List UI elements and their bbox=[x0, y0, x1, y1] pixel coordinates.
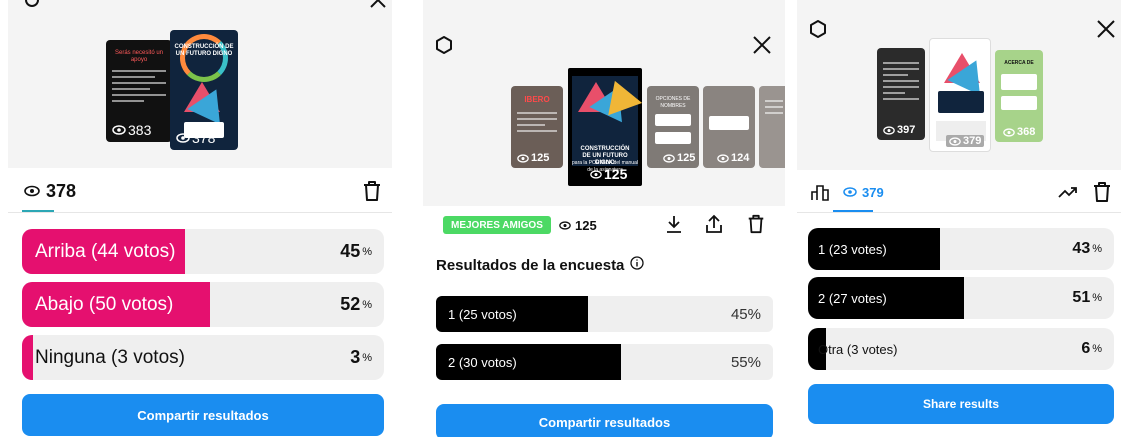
story-thumbnail[interactable] bbox=[759, 86, 785, 168]
share-icon[interactable] bbox=[703, 212, 725, 236]
option-label: Otra (3 votes) bbox=[818, 341, 898, 357]
story-strip: 397 379 ACERCA DE 368 bbox=[797, 0, 1121, 170]
option-label: 1 (25 votos) bbox=[448, 306, 517, 322]
divider bbox=[797, 212, 1121, 213]
story-thumbnail[interactable]: 397 bbox=[877, 48, 925, 140]
option-percent: 6% bbox=[1081, 340, 1102, 357]
story-views: 383 bbox=[112, 122, 151, 138]
share-results-button[interactable]: Compartir resultados bbox=[436, 404, 773, 437]
eye-icon bbox=[517, 153, 529, 163]
close-icon[interactable] bbox=[368, 0, 388, 10]
story-title: CONSTRUCCIÓN DE UN FUTURO DIGNO bbox=[174, 44, 234, 57]
option-percent: 51% bbox=[1072, 289, 1102, 306]
eye-icon bbox=[843, 187, 857, 197]
results-heading: Resultados de la encuesta bbox=[436, 256, 645, 275]
option-label: Abajo (50 votos) bbox=[35, 293, 174, 315]
poll-option: 1 (25 votos) 45% bbox=[436, 296, 773, 332]
story-views: 125 bbox=[590, 166, 627, 182]
poll-results-panel-1: Serás necesitó un apoyo 383 CONSTRUCCIÓN… bbox=[8, 0, 392, 437]
option-percent: 43% bbox=[1072, 240, 1102, 257]
story-strip: IBERO 125 CONSTRUCCIÓN DE UN FUTURO DIGN… bbox=[423, 0, 785, 206]
close-icon[interactable] bbox=[751, 34, 773, 56]
story-views: 379 bbox=[946, 135, 985, 147]
poll-results-panel-2: IBERO 125 CONSTRUCCIÓN DE UN FUTURO DIGN… bbox=[423, 0, 785, 437]
eye-icon bbox=[1003, 127, 1015, 137]
close-friends-badge: MEJORES AMIGOS bbox=[443, 216, 551, 234]
option-label: 1 (23 votes) bbox=[818, 241, 887, 257]
trash-icon[interactable] bbox=[745, 212, 767, 236]
eye-icon bbox=[559, 220, 571, 230]
story-thumbnail[interactable]: OPCIONES DE NOMBRES 125 bbox=[647, 86, 699, 168]
option-label: Arriba (44 votos) bbox=[35, 240, 176, 262]
story-thumbnail[interactable]: Serás necesitó un apoyo 383 bbox=[106, 40, 172, 142]
views-bar: 379 bbox=[797, 180, 1121, 204]
share-results-button[interactable]: Share results bbox=[808, 384, 1114, 424]
eye-icon bbox=[883, 125, 895, 135]
results-title: Resultados de la encuesta bbox=[436, 257, 625, 274]
view-count: 378 bbox=[46, 180, 77, 201]
story-title: Serás necesitó un apoyo bbox=[114, 50, 164, 63]
poll-results-panel-3: 397 379 ACERCA DE 368 379 1 (23 votes) 4… bbox=[797, 0, 1121, 437]
views-bar: 378 bbox=[8, 178, 392, 204]
close-icon[interactable] bbox=[1095, 18, 1117, 40]
poll-option: Arriba (44 votos) 45% bbox=[22, 229, 384, 274]
story-strip: Serás necesitó un apoyo 383 CONSTRUCCIÓN… bbox=[8, 0, 392, 168]
eye-icon bbox=[112, 125, 126, 135]
chart-icon[interactable] bbox=[809, 180, 831, 204]
trash-icon[interactable] bbox=[1091, 180, 1113, 204]
poll-option: 2 (30 votos) 55% bbox=[436, 344, 773, 380]
eye-icon bbox=[590, 169, 602, 179]
settings-icon[interactable] bbox=[22, 0, 42, 10]
trash-icon[interactable] bbox=[360, 178, 384, 204]
views-count: 125 bbox=[559, 216, 597, 234]
views-count[interactable]: 379 bbox=[843, 180, 884, 204]
poll-option: 1 (23 votes) 43% bbox=[808, 228, 1114, 270]
option-percent: 55% bbox=[730, 353, 761, 371]
info-icon[interactable] bbox=[630, 256, 645, 275]
story-thumbnail-selected[interactable]: CONSTRUCCIÓN DE UN FUTURO DIGNO 378 bbox=[170, 30, 238, 150]
story-thumbnail[interactable]: IBERO 125 bbox=[511, 86, 563, 168]
settings-icon[interactable] bbox=[807, 18, 829, 40]
eye-icon bbox=[176, 133, 190, 143]
eye-icon bbox=[663, 153, 675, 163]
story-thumbnail-selected[interactable]: 379 bbox=[929, 38, 991, 152]
story-thumbnail[interactable]: 124 bbox=[703, 86, 755, 168]
poll-option: Otra (3 votes) 6% bbox=[808, 328, 1114, 370]
story-title: ACERCA DE bbox=[1004, 60, 1034, 66]
story-views: 397 bbox=[883, 124, 915, 136]
download-icon[interactable] bbox=[663, 212, 685, 236]
share-results-button[interactable]: Compartir resultados bbox=[22, 394, 384, 436]
poll-option: 2 (27 votes) 51% bbox=[808, 277, 1114, 319]
poll-option: Abajo (50 votos) 52% bbox=[22, 282, 384, 327]
eye-icon bbox=[24, 185, 40, 197]
story-views: 125 bbox=[517, 152, 549, 164]
story-title: IBERO bbox=[524, 95, 550, 104]
story-thumbnail[interactable]: ACERCA DE 368 bbox=[995, 50, 1043, 142]
story-views: 368 bbox=[1003, 126, 1035, 138]
option-label: 2 (27 votes) bbox=[818, 290, 887, 306]
eye-icon bbox=[949, 136, 961, 146]
poll-option: Ninguna (3 votos) 3% bbox=[22, 335, 384, 380]
story-views: 125 bbox=[663, 152, 695, 164]
story-views: 124 bbox=[717, 152, 749, 164]
option-percent: 45% bbox=[730, 305, 761, 323]
eye-icon bbox=[717, 153, 729, 163]
story-title: OPCIONES DE NOMBRES bbox=[655, 96, 691, 109]
option-label: Ninguna (3 votos) bbox=[35, 346, 185, 368]
story-views: 378 bbox=[176, 130, 215, 146]
story-thumbnail-selected[interactable]: CONSTRUCCIÓN DE UN FUTURO DIGNO para la … bbox=[568, 68, 642, 186]
divider bbox=[8, 212, 392, 213]
option-percent: 52% bbox=[340, 294, 372, 314]
option-label: 2 (30 votos) bbox=[448, 354, 517, 370]
option-percent: 3% bbox=[350, 347, 372, 367]
settings-icon[interactable] bbox=[433, 34, 455, 56]
trending-icon[interactable] bbox=[1057, 180, 1079, 204]
option-percent: 45% bbox=[340, 241, 372, 261]
